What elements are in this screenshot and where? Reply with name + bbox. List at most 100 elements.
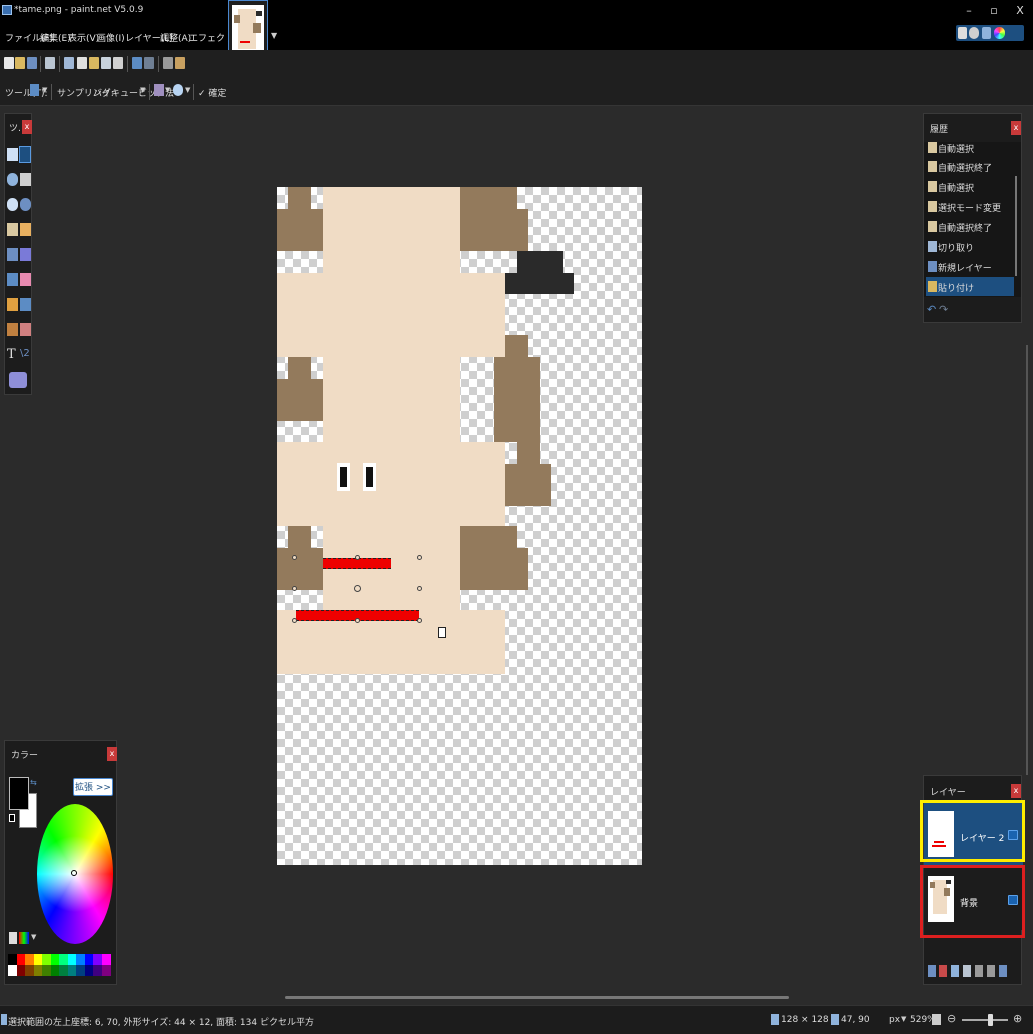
layers-panel-close-button[interactable]: x [1011,784,1021,798]
delete-layer-icon[interactable] [939,965,947,977]
palette-swatch[interactable] [101,954,111,965]
blend-mode-icon[interactable] [173,84,183,96]
color-picker-tool-icon[interactable] [20,298,31,311]
rectangle-select-tool-icon[interactable] [7,148,18,161]
primary-color-swatch[interactable] [9,777,29,810]
menu-adjustments[interactable]: 調整(A) [160,31,191,44]
history-item[interactable]: 自動選択 [926,138,1014,157]
confirm-button[interactable]: ✓ 確定 [198,86,226,99]
selection-handle[interactable] [292,618,297,623]
new-file-icon[interactable] [4,57,14,69]
zoom-tool-icon[interactable] [20,198,31,211]
history-panel-close-button[interactable]: x [1011,121,1021,135]
selection-handle[interactable] [355,555,360,560]
tool-dropdown-chevron-icon[interactable]: ▼ [42,86,47,94]
zoom-fit-icon[interactable] [932,1014,941,1025]
history-item-selected[interactable]: 貼り付け [926,277,1014,296]
redo-icon[interactable] [144,57,154,69]
history-item[interactable]: 切り取り [926,237,1014,256]
history-toggle-icon[interactable] [969,27,979,39]
move-layer-down-icon[interactable] [987,965,995,977]
save-icon[interactable] [27,57,37,69]
ellipse-select-tool-icon[interactable] [7,198,18,211]
history-item[interactable]: 選択モード変更 [926,197,1014,216]
pan-hand-tool-icon[interactable] [20,223,31,236]
tools-panel-close-button[interactable]: x [22,120,32,134]
clone-stamp-tool-icon[interactable] [7,323,18,336]
unit-chevron-icon[interactable]: ▼ [901,1015,906,1023]
move-selection-tool-icon[interactable] [30,84,39,96]
palette-select-icon[interactable] [19,932,29,944]
zoom-slider-thumb[interactable] [988,1014,993,1026]
merge-layer-icon[interactable] [963,965,971,977]
print-icon[interactable] [45,57,55,69]
menu-image[interactable]: 画像(I) [97,31,125,44]
sampling-chevron-icon[interactable]: ▼ [140,86,145,94]
grid-icon[interactable] [163,57,173,69]
copy-icon[interactable] [77,57,87,69]
history-item[interactable]: 自動選択終了 [926,157,1014,176]
selection-handle[interactable] [292,555,297,560]
menu-view[interactable]: 表示(V) [68,31,99,44]
duplicate-layer-icon[interactable] [951,965,959,977]
color-wheel[interactable] [37,804,113,944]
selection-center-handle[interactable] [354,585,361,592]
history-undo-icon[interactable]: ↶ [927,303,937,316]
history-scrollbar[interactable] [1015,176,1017,276]
paste-icon[interactable] [89,57,99,69]
selection-handle[interactable] [292,586,297,591]
restore-button[interactable]: ▫ [983,2,1005,20]
move-selected-pixels-tool-icon[interactable] [19,146,31,163]
layers-toggle-icon[interactable] [982,27,991,39]
palette-swatch[interactable] [101,965,111,976]
colors-panel-close-button[interactable]: x [107,747,117,761]
paint-bucket-tool-icon[interactable] [7,248,18,261]
zoom-out-icon[interactable]: ⊖ [947,1012,956,1025]
history-item[interactable]: 自動選択終了 [926,217,1014,236]
reset-colors-icon[interactable] [9,814,15,822]
tools-toggle-icon[interactable] [958,27,967,39]
zoom-slider[interactable] [962,1014,1008,1026]
history-item[interactable]: 新規レイヤー [926,257,1014,276]
unit-selector[interactable]: px [889,1015,900,1025]
eraser-tool-icon[interactable] [20,273,31,286]
swap-colors-icon[interactable]: ⇆ [30,778,37,787]
move-layer-up-icon[interactable] [975,965,983,977]
add-layer-icon[interactable] [928,965,936,977]
antialias-icon[interactable] [154,84,164,96]
selection-handle[interactable] [355,618,360,623]
lasso-select-tool-icon[interactable] [7,173,18,186]
palette-chevron-icon[interactable]: ▼ [31,933,36,941]
text-tool-icon[interactable]: T [7,347,18,362]
selection-handle[interactable] [417,618,422,623]
zoom-in-icon[interactable]: ⊕ [1013,1012,1022,1025]
deselect-icon[interactable] [113,57,123,69]
history-redo-icon[interactable]: ↷ [939,303,949,316]
pencil-tool-icon[interactable] [7,298,18,311]
expand-colors-button[interactable]: 拡張 >> [73,778,113,796]
cut-icon[interactable] [64,57,74,69]
menu-edit[interactable]: 編集(E) [40,31,71,44]
vertical-scrollbar[interactable] [1026,345,1028,775]
paintbrush-tool-icon[interactable] [7,273,18,286]
gradient-tool-icon[interactable] [20,248,31,261]
selection-handle[interactable] [417,555,422,560]
horizontal-scrollbar[interactable] [285,996,789,999]
line-curve-tool-icon[interactable]: \2 [20,348,31,361]
selection-handle[interactable] [417,586,422,591]
undo-icon[interactable] [132,57,142,69]
move-selection-tool-icon[interactable] [20,173,31,186]
color-wheel-cursor[interactable] [71,870,77,876]
ruler-icon[interactable] [175,57,185,69]
open-file-icon[interactable] [15,57,25,69]
blend-mode-chevron-icon[interactable]: ▼ [185,86,190,94]
layer-properties-icon[interactable] [999,965,1007,977]
close-button[interactable]: X [1009,2,1031,20]
document-list-chevron-icon[interactable]: ▼ [271,31,277,40]
antialias-chevron-icon[interactable]: ▼ [165,86,170,94]
shapes-tool-icon[interactable] [9,372,27,388]
colors-toggle-icon[interactable] [994,27,1005,39]
history-item[interactable]: 自動選択 [926,177,1014,196]
crop-to-selection-icon[interactable] [101,57,111,69]
magic-wand-tool-icon[interactable] [7,223,18,236]
